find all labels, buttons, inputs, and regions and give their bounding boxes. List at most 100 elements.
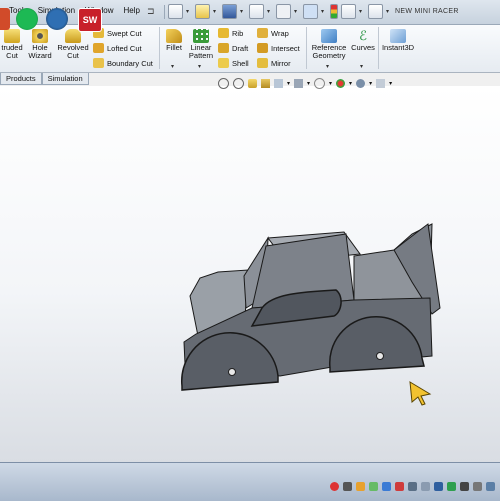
separator	[159, 27, 160, 69]
rib-button[interactable]: Rib	[218, 28, 243, 38]
chevron-down-icon[interactable]: ▾	[240, 8, 246, 15]
tray-app-icon[interactable]	[356, 482, 365, 491]
mathworks-icon[interactable]	[46, 8, 68, 30]
chevron-down-icon[interactable]: ▾	[329, 80, 332, 87]
separator	[306, 27, 307, 69]
view-settings-icon[interactable]	[376, 79, 386, 88]
fillet-icon	[166, 29, 182, 43]
lofted-cut-icon	[93, 43, 104, 53]
car-body-model[interactable]	[180, 223, 441, 391]
tray-app-icon[interactable]	[382, 482, 391, 491]
file-properties-icon[interactable]	[341, 4, 356, 19]
view-orientation-icon[interactable]	[274, 79, 283, 88]
linear-pattern-button[interactable]: Linear Pattern	[187, 29, 215, 60]
instant3d-icon	[390, 29, 406, 43]
chevron-down-icon[interactable]: ▾	[321, 8, 327, 15]
tray-app-icon[interactable]	[395, 482, 404, 491]
boundary-cut-label: Boundary Cut	[107, 58, 153, 68]
chevron-down-icon[interactable]: ▾	[349, 80, 352, 87]
command-manager: truded Cut Hole Wizard Revolved Cut Swep…	[0, 25, 500, 73]
flag-icon[interactable]	[447, 482, 456, 491]
edit-appearance-icon[interactable]	[336, 79, 346, 88]
chevron-down-icon[interactable]: ▾	[287, 80, 290, 87]
extruded-cut-label-2: Cut	[6, 51, 18, 60]
menu-help[interactable]: Help	[119, 6, 145, 15]
chevron-down-icon[interactable]: ▾	[386, 8, 392, 15]
swept-cut-label: Swept Cut	[107, 28, 142, 38]
tab-products[interactable]: Products	[0, 73, 42, 85]
previous-view-icon[interactable]	[248, 79, 257, 88]
hole-wizard-label-2: Wizard	[28, 51, 52, 60]
tab-simulation[interactable]: Simulation	[41, 73, 89, 85]
chevron-down-icon[interactable]: ▾	[267, 8, 273, 15]
chevron-down-icon[interactable]: ▾	[213, 8, 219, 15]
wrap-button[interactable]: Wrap	[257, 28, 289, 38]
quick-access-toolbar: ▾ ▾ ▾ ▾ ▾ ▾ ▾ ▾	[164, 4, 392, 19]
new-document-icon[interactable]	[168, 4, 183, 19]
chevron-down-icon[interactable]: ▾	[186, 8, 192, 15]
chevron-down-icon[interactable]: ▾	[369, 80, 372, 87]
solidworks-icon[interactable]: SW	[78, 8, 102, 32]
tray-app-icon[interactable]	[473, 482, 482, 491]
open-folder-icon[interactable]	[195, 4, 210, 19]
chevron-down-icon[interactable]: ▾	[171, 63, 174, 70]
heads-up-view-toolbar: ▾ ▾ ▾ ▾ ▾ ▾	[218, 78, 392, 89]
fillet-button[interactable]: Fillet	[163, 29, 185, 52]
zoom-to-fit-icon[interactable]	[218, 78, 229, 89]
app-icon[interactable]	[0, 8, 10, 30]
lofted-cut-button[interactable]: Lofted Cut	[93, 43, 142, 53]
curves-button[interactable]: ℰ Curves	[350, 29, 376, 52]
section-view-icon[interactable]	[261, 79, 270, 88]
mirror-label: Mirror	[271, 58, 291, 68]
chevron-down-icon[interactable]: ▾	[198, 63, 201, 70]
select-arrow-icon[interactable]	[303, 4, 318, 19]
display-style-icon[interactable]	[294, 79, 304, 88]
options-icon[interactable]	[368, 4, 383, 19]
chevron-down-icon[interactable]: ▾	[359, 8, 365, 15]
boundary-cut-button[interactable]: Boundary Cut	[93, 58, 153, 68]
boundary-cut-icon	[93, 58, 104, 68]
tray-app-icon[interactable]	[343, 482, 352, 491]
save-icon[interactable]	[222, 4, 237, 19]
tray-app-icon[interactable]	[486, 482, 495, 491]
chevron-down-icon[interactable]: ▾	[294, 8, 300, 15]
title-bar: Tools Simulation Window Help ⊐ ▾ ▾ ▾ ▾ ▾…	[0, 0, 500, 25]
hide-show-items-icon[interactable]	[314, 78, 326, 89]
tray-app-icon[interactable]	[330, 482, 339, 491]
tray-app-icon[interactable]	[369, 482, 378, 491]
apply-scene-icon[interactable]	[356, 79, 366, 88]
separator	[378, 27, 379, 69]
traffic-light-icon[interactable]	[330, 4, 338, 19]
mirror-button[interactable]: Mirror	[257, 58, 291, 68]
tray-app-icon[interactable]	[460, 482, 469, 491]
chevron-down-icon[interactable]: ▾	[307, 80, 310, 87]
chevron-down-icon[interactable]: ▾	[389, 80, 392, 87]
linear-pattern-icon	[193, 29, 209, 43]
network-icon[interactable]	[408, 482, 417, 491]
instant3d-label: Instant3D	[381, 43, 415, 52]
spotify-icon[interactable]	[16, 8, 38, 30]
mouse-pointer-icon	[409, 381, 432, 406]
hole-wizard-button[interactable]: Hole Wizard	[27, 29, 53, 60]
tray-app-icon[interactable]	[434, 482, 443, 491]
print-icon[interactable]	[249, 4, 264, 19]
zoom-area-icon[interactable]	[233, 78, 244, 89]
draft-button[interactable]: Draft	[218, 43, 248, 53]
instant3d-button[interactable]: Instant3D	[380, 29, 416, 52]
shell-button[interactable]: Shell	[218, 58, 249, 68]
graphics-area[interactable]	[0, 86, 500, 462]
wrap-label: Wrap	[271, 28, 289, 38]
reference-geometry-icon	[321, 29, 337, 43]
chevron-down-icon[interactable]: ▾	[360, 63, 363, 70]
volume-icon[interactable]	[421, 482, 430, 491]
rear-axle-hole	[376, 352, 384, 360]
reference-geometry-button[interactable]: Reference Geometry	[309, 29, 349, 60]
draft-icon	[218, 43, 229, 53]
extruded-cut-icon	[4, 29, 20, 43]
revolved-cut-button[interactable]: Revolved Cut	[56, 29, 90, 60]
intersect-button[interactable]: Intersect	[257, 43, 300, 53]
chevron-down-icon[interactable]: ▾	[326, 63, 329, 70]
undo-icon[interactable]	[276, 4, 291, 19]
extruded-cut-button[interactable]: truded Cut	[0, 29, 24, 60]
pin-icon[interactable]: ⊐	[147, 6, 155, 17]
